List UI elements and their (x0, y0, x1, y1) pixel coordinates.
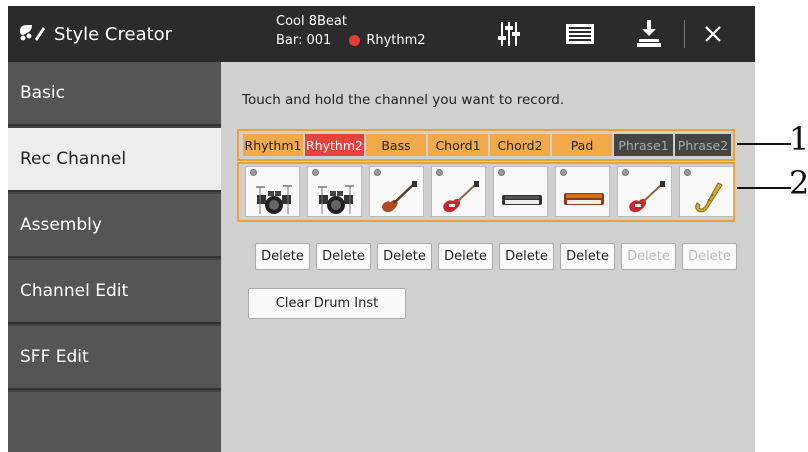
record-status: Rhythm2 (349, 31, 426, 50)
electric-guitar-icon (443, 181, 479, 213)
channel-led (684, 169, 691, 176)
channel-button-rhythm1[interactable]: Rhythm1 (243, 134, 303, 156)
instrument-button-rhythm1[interactable] (245, 166, 300, 217)
sidebar: Basic Rec Channel Assembly Channel Edit … (8, 62, 221, 452)
song-name: Cool 8Beat (276, 14, 347, 29)
channel-led (312, 169, 319, 176)
channel-led (498, 169, 505, 176)
list-icon (566, 24, 594, 44)
channel-button-rhythm2[interactable]: Rhythm2 (305, 134, 364, 156)
delete-button-phrase2: Delete (682, 243, 737, 270)
sidebar-empty-slot (8, 392, 221, 452)
bar-counter: Bar: 001 (276, 33, 332, 48)
saxophone-icon (695, 182, 723, 213)
callout-number-1: 1 (789, 120, 808, 158)
delete-button-chord1[interactable]: Delete (438, 243, 493, 270)
save-button[interactable] (630, 16, 668, 52)
bass-guitar-icon (382, 181, 417, 213)
channel-led (374, 169, 381, 176)
song-info[interactable]: Cool 8Beat Bar: 001 Rhythm2 (276, 12, 426, 50)
channel-button-chord1[interactable]: Chord1 (428, 134, 488, 156)
sidebar-item-sff-edit[interactable]: SFF Edit (8, 326, 221, 390)
drum-kit-icon (256, 185, 292, 214)
sidebar-item-assembly[interactable]: Assembly (8, 194, 221, 258)
close-button[interactable] (694, 16, 732, 52)
mixer-button[interactable] (490, 16, 528, 52)
toolbar-divider (684, 20, 685, 48)
electric-guitar-icon (629, 181, 665, 213)
app-title: Style Creator (18, 6, 172, 62)
delete-button-chord2[interactable]: Delete (499, 243, 554, 270)
delete-button-pad[interactable]: Delete (560, 243, 615, 270)
keyboard-icon (502, 195, 542, 205)
channel-led (622, 169, 629, 176)
channel-led (250, 169, 257, 176)
instrument-button-bass[interactable] (369, 166, 424, 217)
instrument-button-chord2[interactable] (493, 166, 548, 217)
channel-button-phrase1[interactable]: Phrase1 (614, 134, 673, 156)
channel-led (436, 169, 443, 176)
clear-drum-inst-button[interactable]: Clear Drum Inst (248, 288, 406, 319)
delete-button-rhythm2[interactable]: Delete (316, 243, 371, 270)
sidebar-item-rec-channel[interactable]: Rec Channel (8, 128, 221, 192)
record-channel: Rhythm2 (366, 33, 426, 48)
rec-channel-panel: Touch and hold the channel you want to r… (221, 62, 755, 452)
close-icon (705, 26, 721, 42)
channel-button-pad[interactable]: Pad (552, 134, 612, 156)
style-creator-screen: Style Creator Cool 8Beat Bar: 001 Rhythm… (8, 6, 755, 452)
instrument-button-phrase1[interactable] (617, 166, 672, 217)
sidebar-item-channel-edit[interactable]: Channel Edit (8, 260, 221, 324)
channel-button-chord2[interactable]: Chord2 (490, 134, 550, 156)
delete-button-bass[interactable]: Delete (377, 243, 432, 270)
record-icon (349, 35, 361, 46)
callout-line-1 (737, 143, 791, 145)
save-icon (637, 20, 661, 47)
instruction-text: Touch and hold the channel you want to r… (242, 92, 565, 108)
synth-keyboard-icon (564, 193, 604, 205)
style-creator-icon (18, 21, 46, 47)
top-bar: Style Creator Cool 8Beat Bar: 001 Rhythm… (8, 6, 755, 62)
mixer-icon (498, 22, 520, 46)
drum-kit-icon (318, 185, 354, 214)
channel-button-bass[interactable]: Bass (366, 134, 426, 156)
channel-button-phrase2[interactable]: Phrase2 (675, 134, 731, 156)
callout-line-2 (737, 187, 791, 189)
channel-on-off-button[interactable] (561, 16, 599, 52)
channel-led (560, 169, 567, 176)
instrument-button-rhythm2[interactable] (307, 166, 362, 217)
instrument-button-phrase2[interactable] (679, 166, 734, 217)
delete-button-phrase1: Delete (621, 243, 676, 270)
delete-button-rhythm1[interactable]: Delete (255, 243, 310, 270)
instrument-button-chord1[interactable] (431, 166, 486, 217)
instrument-button-pad[interactable] (555, 166, 610, 217)
sidebar-item-basic[interactable]: Basic (8, 62, 221, 126)
callout-number-2: 2 (789, 164, 808, 202)
app-title-text: Style Creator (54, 23, 173, 45)
